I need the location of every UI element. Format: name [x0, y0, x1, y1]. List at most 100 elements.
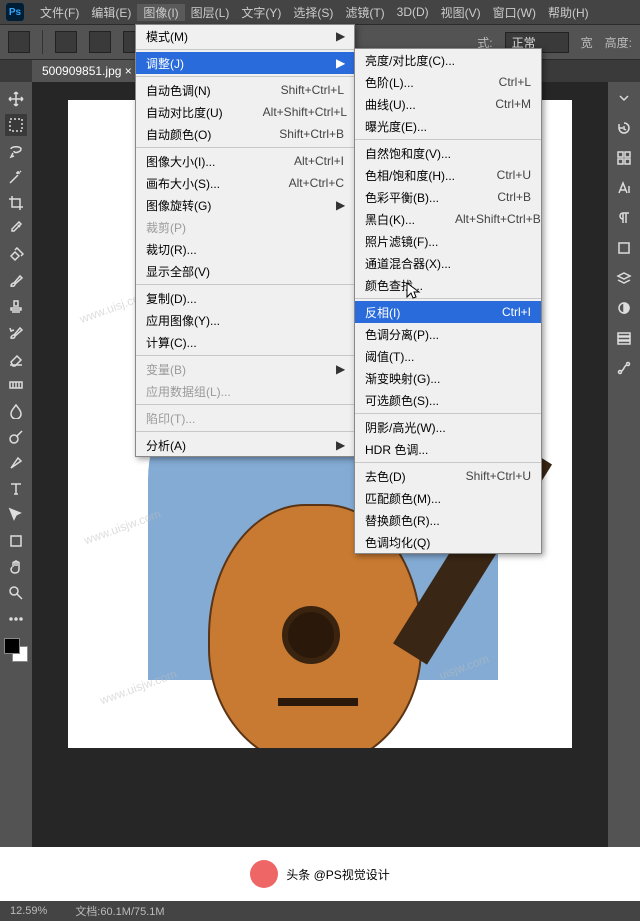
channels-panel-icon[interactable] — [614, 328, 634, 348]
adjust-menu-item-14[interactable]: 色调分离(P)... — [355, 323, 541, 345]
image-menu-item-10[interactable]: 图像旋转(G)▶ — [136, 194, 354, 216]
height-label: 高度: — [605, 34, 632, 51]
lasso-tool-icon[interactable] — [5, 140, 27, 162]
image-menu-item-9[interactable]: 画布大小(S)...Alt+Ctrl+C — [136, 172, 354, 194]
adjust-menu-item-11[interactable]: 颜色查找... — [355, 274, 541, 296]
stamp-tool-icon[interactable] — [5, 296, 27, 318]
image-menu-label: 应用图像(Y)... — [146, 312, 344, 329]
crop-tool-icon[interactable] — [5, 192, 27, 214]
adjustments-submenu: 亮度/对比度(C)... 色阶(L)...Ctrl+L曲线(U)...Ctrl+M… — [354, 48, 542, 554]
menu-图层[interactable]: 图层(L) — [185, 4, 236, 21]
adjust-menu-item-8[interactable]: 黑白(K)...Alt+Shift+Ctrl+B — [355, 208, 541, 230]
image-menu-label: 图像旋转(G) — [146, 197, 330, 214]
adjust-menu-label: 匹配颜色(M)... — [365, 490, 531, 507]
image-menu-item-5[interactable]: 自动对比度(U)Alt+Shift+Ctrl+L — [136, 101, 354, 123]
brush-tool-icon[interactable] — [5, 270, 27, 292]
menu-文字[interactable]: 文字(Y) — [235, 4, 287, 21]
menu-图像[interactable]: 图像(I) — [137, 4, 184, 21]
paths-panel-icon[interactable] — [614, 358, 634, 378]
dodge-tool-icon[interactable] — [5, 426, 27, 448]
type-tool-icon[interactable] — [5, 478, 27, 500]
pen-tool-icon[interactable] — [5, 452, 27, 474]
document-tab[interactable]: 500909851.jpg × — [32, 60, 143, 84]
adjust-menu-label: 可选颜色(S)... — [365, 392, 531, 409]
menu-选择[interactable]: 选择(S) — [287, 4, 339, 21]
adjust-menu-item-5[interactable]: 自然饱和度(V)... — [355, 142, 541, 164]
image-menu-item-4[interactable]: 自动色调(N)Shift+Ctrl+L — [136, 79, 354, 101]
color-swatch[interactable] — [4, 638, 28, 662]
image-menu-item-2[interactable]: 调整(J)▶ — [136, 52, 354, 74]
menu-滤镜[interactable]: 滤镜(T) — [339, 4, 390, 21]
adjust-menu-label: 阴影/高光(W)... — [365, 419, 531, 436]
adjust-menu-label: 亮度/对比度(C)... — [365, 52, 531, 69]
menu-帮助[interactable]: 帮助(H) — [542, 4, 595, 21]
edit-toolbar-icon[interactable] — [5, 608, 27, 630]
wand-tool-icon[interactable] — [5, 166, 27, 188]
adjust-menu-item-17[interactable]: 可选颜色(S)... — [355, 389, 541, 411]
paragraph-panel-icon[interactable] — [614, 208, 634, 228]
adjust-menu-item-7[interactable]: 色彩平衡(B)...Ctrl+B — [355, 186, 541, 208]
history-brush-icon[interactable] — [5, 322, 27, 344]
adjustments-panel-icon[interactable] — [614, 298, 634, 318]
menu-3d[interactable]: 3D(D) — [391, 5, 435, 19]
image-menu-label: 调整(J) — [146, 55, 330, 72]
adjust-menu-label: 自然饱和度(V)... — [365, 145, 531, 162]
blur-tool-icon[interactable] — [5, 400, 27, 422]
menu-视图[interactable]: 视图(V) — [435, 4, 487, 21]
menu-编辑[interactable]: 编辑(E) — [85, 4, 137, 21]
heal-tool-icon[interactable] — [5, 244, 27, 266]
collapse-icon[interactable] — [614, 88, 634, 108]
image-menu-label: 自动对比度(U) — [146, 104, 263, 121]
adjust-menu-item-3[interactable]: 曝光度(E)... — [355, 115, 541, 137]
move-tool-icon[interactable] — [5, 88, 27, 110]
image-menu-item-0[interactable]: 模式(M)▶ — [136, 25, 354, 47]
shape-tool-icon[interactable] — [5, 530, 27, 552]
image-menu-item-17[interactable]: 计算(C)... — [136, 331, 354, 353]
adjust-menu-label: 照片滤镜(F)... — [365, 233, 531, 250]
adjust-menu-item-23[interactable]: 匹配颜色(M)... — [355, 487, 541, 509]
image-menu-item-8[interactable]: 图像大小(I)...Alt+Ctrl+I — [136, 150, 354, 172]
adjust-menu-item-25[interactable]: 色调均化(Q) — [355, 531, 541, 553]
image-menu-item-13[interactable]: 显示全部(V) — [136, 260, 354, 282]
adjust-menu-item-1[interactable]: 色阶(L)...Ctrl+L — [355, 71, 541, 93]
selection-add-icon[interactable] — [89, 31, 111, 53]
shortcut: Ctrl+B — [497, 190, 531, 204]
menu-文件[interactable]: 文件(F) — [34, 4, 85, 21]
image-menu-item-24[interactable]: 分析(A)▶ — [136, 434, 354, 456]
gradient-tool-icon[interactable] — [5, 374, 27, 396]
swatches-panel-icon[interactable] — [614, 238, 634, 258]
eraser-tool-icon[interactable] — [5, 348, 27, 370]
image-menu-label: 自动颜色(O) — [146, 126, 279, 143]
menu-窗口[interactable]: 窗口(W) — [487, 4, 542, 21]
adjust-menu-item-0[interactable]: 亮度/对比度(C)... — [355, 49, 541, 71]
zoom-level[interactable]: 12.59% — [10, 905, 47, 917]
adjust-menu-item-15[interactable]: 阈值(T)... — [355, 345, 541, 367]
adjust-menu-item-19[interactable]: 阴影/高光(W)... — [355, 416, 541, 438]
character-panel-icon[interactable] — [614, 178, 634, 198]
adjust-menu-item-6[interactable]: 色相/饱和度(H)...Ctrl+U — [355, 164, 541, 186]
adjust-menu-item-13[interactable]: 反相(I)Ctrl+I — [355, 301, 541, 323]
adjust-menu-item-2[interactable]: 曲线(U)...Ctrl+M — [355, 93, 541, 115]
adjust-menu-item-24[interactable]: 替换颜色(R)... — [355, 509, 541, 531]
path-tool-icon[interactable] — [5, 504, 27, 526]
image-menu-item-6[interactable]: 自动颜色(O)Shift+Ctrl+B — [136, 123, 354, 145]
layers-panel-icon[interactable] — [614, 268, 634, 288]
marquee-tool-icon[interactable] — [5, 114, 27, 136]
image-menu-item-12[interactable]: 裁切(R)... — [136, 238, 354, 260]
color-panel-icon[interactable] — [614, 148, 634, 168]
zoom-tool-icon[interactable] — [5, 582, 27, 604]
adjust-menu-item-9[interactable]: 照片滤镜(F)... — [355, 230, 541, 252]
image-menu-item-15[interactable]: 复制(D)... — [136, 287, 354, 309]
article-footer: 头条 @PS视觉设计 — [0, 847, 640, 901]
history-panel-icon[interactable] — [614, 118, 634, 138]
tool-preset-icon[interactable] — [8, 31, 30, 53]
adjust-menu-item-20[interactable]: HDR 色调... — [355, 438, 541, 460]
adjust-menu-item-16[interactable]: 渐变映射(G)... — [355, 367, 541, 389]
adjust-menu-item-22[interactable]: 去色(D)Shift+Ctrl+U — [355, 465, 541, 487]
adjust-menu-item-10[interactable]: 通道混合器(X)... — [355, 252, 541, 274]
hand-tool-icon[interactable] — [5, 556, 27, 578]
eyedropper-tool-icon[interactable] — [5, 218, 27, 240]
selection-new-icon[interactable] — [55, 31, 77, 53]
image-menu-item-16[interactable]: 应用图像(Y)... — [136, 309, 354, 331]
doc-size: 文档:60.1M/75.1M — [75, 903, 164, 919]
